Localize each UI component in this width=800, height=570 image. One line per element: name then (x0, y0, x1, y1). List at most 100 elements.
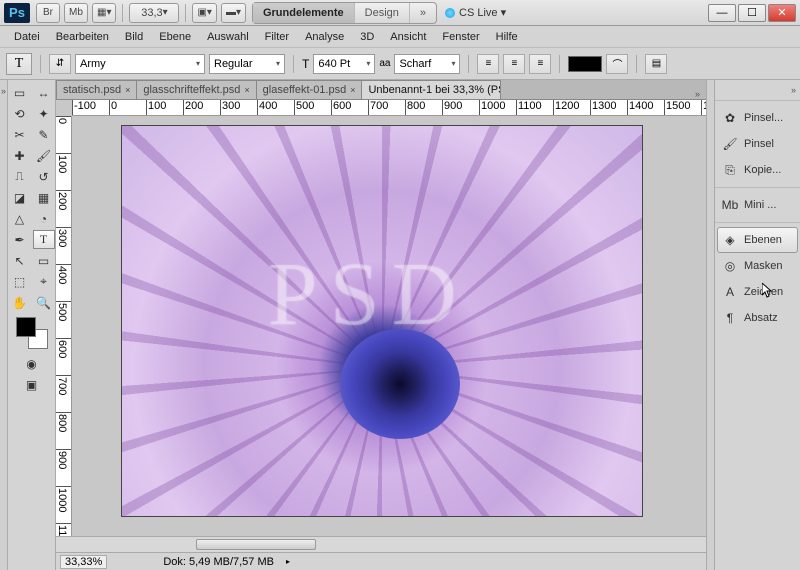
character-icon: A (722, 284, 738, 300)
menu-ebene[interactable]: Ebene (151, 29, 199, 45)
shape-tool[interactable]: ▭ (33, 251, 55, 270)
hand-tool[interactable]: ✋ (9, 293, 31, 312)
app-logo: Ps (4, 3, 30, 23)
current-tool-icon[interactable]: T (6, 53, 32, 75)
panel-brush-presets[interactable]: ✿Pinsel... (717, 105, 798, 131)
warp-text-button[interactable]: ⌒ (606, 54, 628, 74)
menu-auswahl[interactable]: Auswahl (199, 29, 257, 45)
panel-mini-bridge[interactable]: MbMini ... (717, 192, 798, 218)
paragraph-icon: ¶ (722, 310, 738, 326)
panel-paragraph[interactable]: ¶Absatz (717, 305, 798, 331)
font-style-select[interactable]: Regular▾ (209, 54, 285, 74)
canvas-viewport[interactable]: PSD (72, 116, 706, 536)
character-panel-button[interactable]: ▤ (645, 54, 667, 74)
window-controls: — ☐ ✕ (706, 4, 796, 22)
menu-hilfe[interactable]: Hilfe (488, 29, 526, 45)
document-tabs: statisch.psd×glasschrifteffekt.psd×glase… (56, 80, 706, 100)
text-color-swatch[interactable] (568, 56, 602, 72)
menu-datei[interactable]: Datei (6, 29, 48, 45)
menu-filter[interactable]: Filter (257, 29, 297, 45)
antialias-select[interactable]: Scharf▾ (394, 54, 460, 74)
type-tool[interactable]: T (33, 230, 55, 249)
eraser-tool[interactable]: ◪ (9, 188, 31, 207)
canvas[interactable]: PSD (122, 126, 642, 516)
wand-tool[interactable]: ✦ (33, 104, 55, 123)
scroll-thumb[interactable] (196, 539, 316, 550)
doc-tab[interactable]: glasschrifteffekt.psd× (136, 80, 256, 99)
menu-bild[interactable]: Bild (117, 29, 151, 45)
doc-tab[interactable]: Unbenannt-1 bei 33,3% (PSD , RGB/8) *× (361, 80, 501, 99)
heal-tool[interactable]: ✚ (9, 146, 31, 165)
3d-camera-tool[interactable]: ⌖ (33, 272, 55, 291)
panel-collapse-button[interactable]: » (715, 80, 800, 100)
tabs-overflow[interactable]: » (689, 89, 706, 99)
menu-fenster[interactable]: Fenster (434, 29, 487, 45)
brush-tool[interactable]: 🖌 (33, 146, 55, 165)
3d-tool[interactable]: ⬚ (9, 272, 31, 291)
clone-icon: ⎘ (722, 162, 738, 178)
right-panels: » ✿Pinsel...🖌Pinsel⎘Kopie... MbMini ... … (714, 80, 800, 570)
lasso-tool[interactable]: ⟲ (9, 104, 31, 123)
view-dropdown[interactable]: ▦▾ (92, 3, 116, 23)
eyedropper-tool[interactable]: ✎ (33, 125, 55, 144)
status-zoom[interactable]: 33,33% (60, 555, 107, 569)
status-menu-arrow[interactable]: ▸ (286, 557, 290, 566)
antialias-icon: aa (379, 58, 390, 69)
doc-tab[interactable]: glaseffekt-01.psd× (256, 80, 363, 99)
zoom-display[interactable]: 33,3 ▾ (129, 3, 179, 23)
color-swatches[interactable] (16, 317, 48, 349)
move-tool[interactable]: ▭ (9, 83, 31, 102)
ruler-vertical[interactable]: 010020030040050060070080090010001100 (56, 116, 72, 536)
minibridge-button[interactable]: Mb (64, 3, 88, 23)
orientation-toggle[interactable]: ⇵ (49, 54, 71, 74)
close-button[interactable]: ✕ (768, 4, 796, 22)
panel-clone[interactable]: ⎘Kopie... (717, 157, 798, 183)
bridge-button[interactable]: Br (36, 3, 60, 23)
zoom-tool[interactable]: 🔍 (33, 293, 55, 312)
gradient-tool[interactable]: ▦ (33, 188, 55, 207)
ruler-horizontal[interactable]: -100010020030040050060070080090010001100… (72, 100, 706, 116)
separator (122, 4, 123, 22)
tab-close-icon[interactable]: × (244, 85, 249, 95)
workspace-more[interactable]: » (410, 3, 436, 23)
cs-live-button[interactable]: CS Live ▾ (445, 6, 506, 19)
font-family-select[interactable]: Army▾ (75, 54, 205, 74)
menu-3d[interactable]: 3D (352, 29, 382, 45)
panel-layers[interactable]: ◈Ebenen (717, 227, 798, 253)
right-dock-collapse[interactable] (706, 80, 714, 570)
align-right-button[interactable]: ≡ (529, 54, 551, 74)
menu-analyse[interactable]: Analyse (297, 29, 352, 45)
masks-icon: ◎ (722, 258, 738, 274)
workspace-design[interactable]: Design (355, 3, 410, 23)
screenmode-button[interactable]: ▣ (21, 375, 43, 394)
tab-close-icon[interactable]: × (125, 85, 130, 95)
menu-ansicht[interactable]: Ansicht (382, 29, 434, 45)
panel-masks[interactable]: ◎Masken (717, 253, 798, 279)
move-tool-alt[interactable]: ↔ (33, 83, 55, 102)
stamp-tool[interactable]: ⎍ (9, 167, 31, 186)
path-select-tool[interactable]: ↖ (9, 251, 31, 270)
align-center-button[interactable]: ≡ (503, 54, 525, 74)
font-size-select[interactable]: 640 Pt▾ (313, 54, 375, 74)
blur-tool[interactable]: △ (9, 209, 31, 228)
panel-brush[interactable]: 🖌Pinsel (717, 131, 798, 157)
quickmask-button[interactable]: ◉ (21, 354, 43, 373)
dodge-tool[interactable]: ◔ (33, 209, 55, 228)
arrange-button[interactable]: ▣▾ (192, 3, 216, 23)
align-left-button[interactable]: ≡ (477, 54, 499, 74)
titlebar: Ps Br Mb ▦▾ 33,3 ▾ ▣▾ ▬▾ Grundelemente D… (0, 0, 800, 26)
crop-tool[interactable]: ✂ (9, 125, 31, 144)
workspace-switcher[interactable]: Grundelemente Design » (252, 2, 437, 24)
menu-bearbeiten[interactable]: Bearbeiten (48, 29, 117, 45)
pen-tool[interactable]: ✒ (9, 230, 31, 249)
workspace-essentials[interactable]: Grundelemente (253, 3, 355, 23)
scrollbar-horizontal[interactable] (56, 536, 706, 552)
tab-close-icon[interactable]: × (350, 85, 355, 95)
doc-tab[interactable]: statisch.psd× (56, 80, 137, 99)
foreground-swatch[interactable] (16, 317, 36, 337)
minimize-button[interactable]: — (708, 4, 736, 22)
panel-character[interactable]: AZeichen (717, 279, 798, 305)
history-brush-tool[interactable]: ↺ (33, 167, 55, 186)
screen-mode-button[interactable]: ▬▾ (221, 3, 246, 23)
maximize-button[interactable]: ☐ (738, 4, 766, 22)
